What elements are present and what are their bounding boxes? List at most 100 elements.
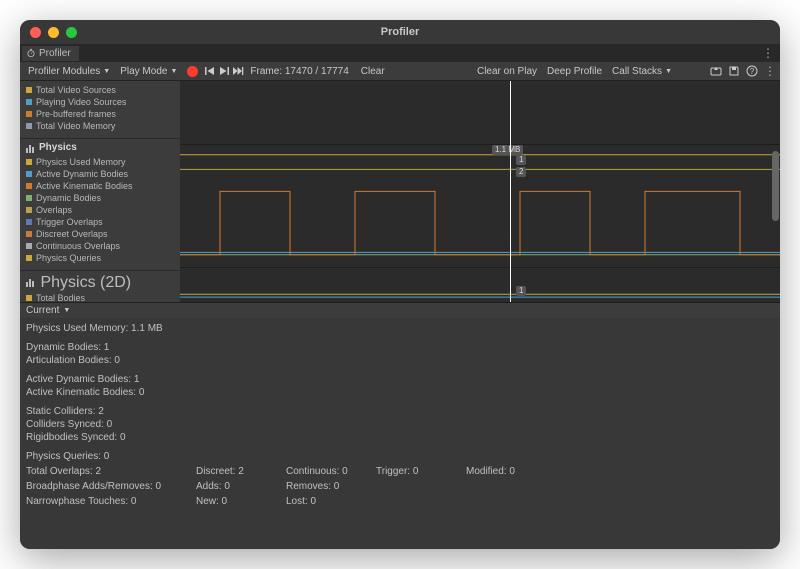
stat-adyn: Active Dynamic Bodies: 1	[26, 373, 774, 386]
legend-label: Active Dynamic Bodies	[36, 168, 128, 180]
prev-frame-button[interactable]	[204, 65, 216, 77]
scroll-thumb[interactable]	[772, 151, 779, 221]
tab-label: Profiler	[39, 48, 71, 59]
tab-profiler[interactable]: Profiler	[22, 46, 79, 61]
module-title-physics2d: Physics (2D)	[26, 274, 174, 292]
swatch	[26, 295, 32, 301]
swatch	[26, 183, 32, 189]
frame-counter: Frame: 17470 / 17774	[250, 66, 348, 77]
chart-area[interactable]: 1.1 MB 1 2 1	[180, 81, 780, 302]
legend-label: Physics Used Memory	[36, 156, 126, 168]
main-area: Total Video SourcesPlaying Video Sources…	[20, 81, 780, 549]
legend-label: Active Kinematic Bodies	[36, 180, 133, 192]
bars-icon	[26, 143, 36, 153]
legend-label: Total Video Memory	[36, 120, 115, 132]
legend-label: Playing Video Sources	[36, 96, 126, 108]
chart-scrollbar[interactable]	[770, 81, 780, 302]
legend-label: Discreet Overlaps	[36, 228, 108, 240]
playmode-dropdown[interactable]: Play Mode▼	[116, 65, 181, 78]
module-video[interactable]: Total Video SourcesPlaying Video Sources…	[20, 81, 180, 139]
tab-bar: Profiler ⋮	[20, 44, 780, 62]
swatch	[26, 111, 32, 117]
toolbar: Profiler Modules▼ Play Mode▼ Frame: 1747…	[20, 62, 780, 81]
legend-item[interactable]: Active Kinematic Bodies	[26, 180, 174, 192]
clear-button[interactable]: Clear	[357, 65, 389, 78]
stat-csync: Colliders Synced: 0	[26, 418, 774, 431]
clear-on-play-toggle[interactable]: Clear on Play	[473, 65, 541, 78]
titlebar: Profiler	[20, 20, 780, 44]
legend-item[interactable]: Trigger Overlaps	[26, 216, 174, 228]
tab-menu-icon[interactable]: ⋮	[762, 46, 774, 60]
stat-mem: Physics Used Memory: 1.1 MB	[26, 322, 774, 335]
profiler-modules-dropdown[interactable]: Profiler Modules▼	[24, 65, 114, 78]
module-sidebar: Total Video SourcesPlaying Video Sources…	[20, 81, 180, 302]
svg-text:?: ?	[750, 67, 755, 76]
legend-item[interactable]: Physics Used Memory	[26, 156, 174, 168]
last-frame-button[interactable]	[232, 65, 244, 77]
swatch	[26, 255, 32, 261]
help-icon[interactable]: ?	[746, 65, 758, 77]
legend-item[interactable]: Dynamic Bodies	[26, 192, 174, 204]
stopwatch-icon	[26, 48, 36, 58]
profiler-window: Profiler Profiler ⋮ Profiler Modules▼ Pl…	[20, 20, 780, 549]
window-controls	[30, 27, 77, 38]
badge-1a: 1	[516, 155, 526, 165]
legend-label: Trigger Overlaps	[36, 216, 103, 228]
swatch	[26, 123, 32, 129]
legend-label: Continuous Overlaps	[36, 240, 120, 252]
frame-cursor[interactable]	[510, 81, 511, 302]
bars-icon	[26, 277, 36, 287]
swatch	[26, 195, 32, 201]
legend-label: Dynamic Bodies	[36, 192, 101, 204]
module-title-physics: Physics	[26, 142, 174, 153]
legend-item[interactable]: Total Bodies	[26, 292, 174, 302]
row-broadphase: Broadphase Adds/Removes: 0 Adds: 0 Remov…	[26, 480, 774, 493]
window-title: Profiler	[381, 26, 420, 38]
legend-label: Overlaps	[36, 204, 72, 216]
stat-pq: Physics Queries: 0	[26, 450, 774, 463]
record-button[interactable]	[187, 66, 198, 77]
charts-pane: Total Video SourcesPlaying Video Sources…	[20, 81, 780, 303]
legend-label: Total Video Sources	[36, 84, 116, 96]
minimize-button[interactable]	[48, 27, 59, 38]
deep-profile-toggle[interactable]: Deep Profile	[543, 65, 606, 78]
row-narrowphase: Narrowphase Touches: 0 New: 0 Lost: 0	[26, 495, 774, 508]
mem-badge: 1.1 MB	[492, 145, 523, 155]
stat-rsync: Rigidbodies Synced: 0	[26, 431, 774, 444]
swatch	[26, 159, 32, 165]
current-dropdown[interactable]: Current▼	[20, 303, 780, 318]
save-icon[interactable]	[728, 65, 740, 77]
swatch	[26, 219, 32, 225]
row-overlaps: Total Overlaps: 2 Discreet: 2 Continuous…	[26, 465, 774, 478]
callstacks-dropdown[interactable]: Call Stacks▼	[608, 65, 676, 78]
chart-physics: 1.1 MB 1 2	[180, 145, 780, 268]
legend-item[interactable]: Playing Video Sources	[26, 96, 174, 108]
stats-block: Physics Used Memory: 1.1 MB Dynamic Bodi…	[20, 318, 780, 512]
next-frame-button[interactable]	[218, 65, 230, 77]
swatch	[26, 243, 32, 249]
chart-video	[180, 81, 780, 145]
module-physics[interactable]: Physics Physics Used MemoryActive Dynami…	[20, 139, 180, 271]
module-physics2d[interactable]: Physics (2D) Total Bodies	[20, 271, 180, 302]
close-button[interactable]	[30, 27, 41, 38]
legend-item[interactable]: Total Video Memory	[26, 120, 174, 132]
stat-dyn: Dynamic Bodies: 1	[26, 341, 774, 354]
legend-item[interactable]: Discreet Overlaps	[26, 228, 174, 240]
toolbar-menu-icon[interactable]: ⋮	[764, 64, 776, 78]
legend-item[interactable]: Continuous Overlaps	[26, 240, 174, 252]
legend-label: Physics Queries	[36, 252, 101, 264]
legend-item[interactable]: Physics Queries	[26, 252, 174, 264]
stat-art: Articulation Bodies: 0	[26, 354, 774, 367]
load-icon[interactable]	[710, 65, 722, 77]
zoom-button[interactable]	[66, 27, 77, 38]
chart-physics2d: 1	[180, 268, 780, 303]
legend-item[interactable]: Active Dynamic Bodies	[26, 168, 174, 180]
swatch	[26, 87, 32, 93]
stat-static: Static Colliders: 2	[26, 405, 774, 418]
legend-item[interactable]: Overlaps	[26, 204, 174, 216]
badge-2: 2	[516, 167, 526, 177]
legend-label: Pre-buffered frames	[36, 108, 116, 120]
legend-item[interactable]: Total Video Sources	[26, 84, 174, 96]
legend-item[interactable]: Pre-buffered frames	[26, 108, 174, 120]
swatch	[26, 171, 32, 177]
